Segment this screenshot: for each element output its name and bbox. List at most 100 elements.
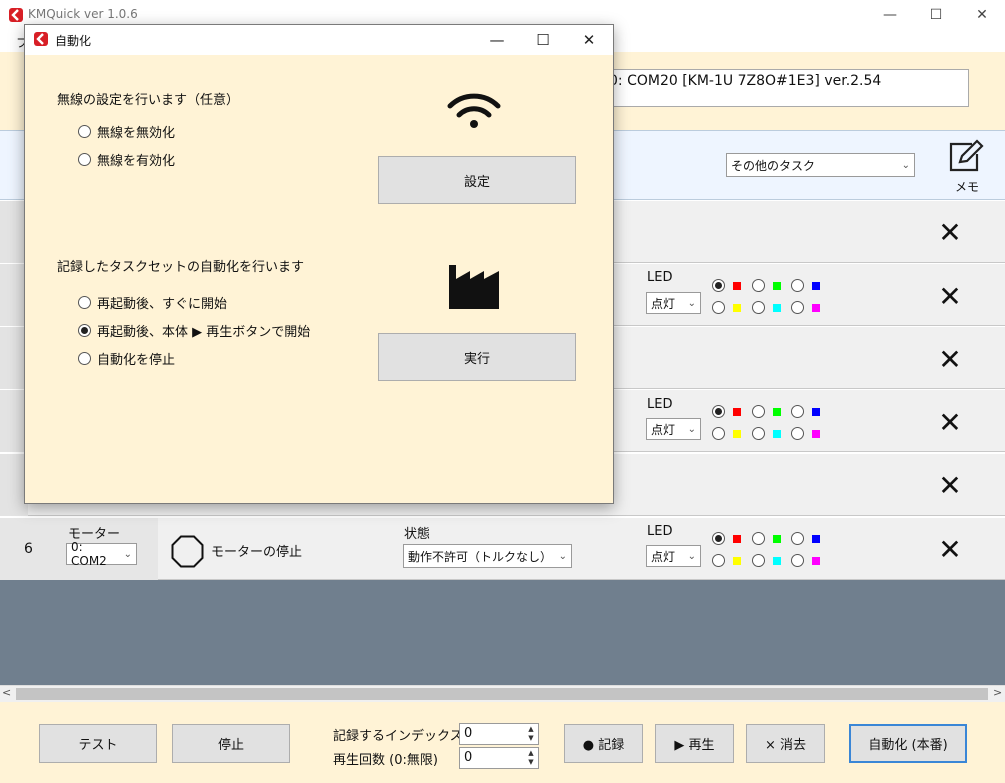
factory-icon — [449, 265, 499, 309]
color-swatch — [812, 304, 820, 312]
radio-button[interactable] — [78, 296, 91, 309]
led-color-radio[interactable] — [752, 301, 765, 314]
led-label: LED — [647, 397, 673, 412]
scroll-left-icon[interactable]: < — [2, 686, 11, 699]
color-swatch — [773, 282, 781, 290]
wireless-option[interactable]: 無線を有効化 — [78, 150, 175, 169]
automation-button[interactable]: 自動化 (本番) — [849, 724, 967, 763]
execute-button[interactable]: 実行 — [378, 333, 576, 381]
settings-button[interactable]: 設定 — [378, 156, 576, 204]
state-select[interactable]: 動作不許可（トルクなし） ⌄ — [403, 544, 572, 568]
delete-row-button[interactable]: ✕ — [937, 472, 963, 500]
dialog-close-button[interactable]: ✕ — [566, 25, 612, 55]
led-mode-value: 点灯 — [651, 296, 676, 311]
action-label: モーターの停止 — [211, 545, 303, 560]
delete-row-button[interactable]: ✕ — [937, 346, 963, 374]
test-button[interactable]: テスト — [39, 724, 157, 763]
play-count-input[interactable]: 0 ▲ ▼ — [459, 747, 539, 769]
octagon-stop-icon — [171, 535, 204, 568]
record-button[interactable]: ● 記録 — [564, 724, 643, 763]
option-label: 再起動後、すぐに開始 — [97, 297, 228, 312]
state-value: 動作不許可（トルクなし） — [408, 549, 553, 564]
led-color-radio[interactable] — [791, 554, 804, 567]
led-label: LED — [647, 524, 673, 539]
chevron-down-icon: ⌄ — [123, 548, 132, 560]
chevron-down-icon: ⌄ — [558, 550, 567, 562]
edit-icon[interactable] — [946, 138, 984, 174]
dialog-maximize-button[interactable]: ☐ — [520, 25, 566, 55]
delete-row-button[interactable]: ✕ — [937, 536, 963, 564]
color-swatch — [812, 408, 820, 416]
app-logo-icon — [9, 8, 23, 22]
option-label: 無線を有効化 — [97, 154, 176, 169]
color-swatch — [773, 557, 781, 565]
color-swatch — [773, 408, 781, 416]
color-swatch — [733, 282, 741, 290]
automation-heading: 記録したタスクセットの自動化を行います — [57, 260, 305, 275]
delete-row-button[interactable]: ✕ — [937, 409, 963, 437]
radio-button[interactable] — [78, 125, 91, 138]
led-color-radio[interactable] — [752, 554, 765, 567]
led-color-radio[interactable] — [712, 554, 725, 567]
play-count-label: 再生回数 (0:無限) — [333, 753, 438, 768]
color-swatch — [773, 430, 781, 438]
led-mode-select[interactable]: 点灯 ⌄ — [646, 418, 701, 440]
led-color-radio[interactable] — [752, 532, 765, 545]
led-color-radio[interactable] — [712, 279, 725, 292]
led-mode-select[interactable]: 点灯 ⌄ — [646, 292, 701, 314]
led-mode-select[interactable]: 点灯 ⌄ — [646, 545, 701, 567]
automation-option[interactable]: 再起動後、本体 ▶ 再生ボタンで開始 — [78, 321, 310, 340]
radio-button[interactable] — [78, 153, 91, 166]
automation-option[interactable]: 再起動後、すぐに開始 — [78, 293, 227, 312]
radio-button-selected[interactable] — [78, 324, 91, 337]
led-color-radio[interactable] — [791, 279, 804, 292]
app-logo-icon — [34, 32, 48, 46]
minimize-button[interactable]: — — [867, 0, 913, 30]
color-swatch — [773, 535, 781, 543]
option-label: 自動化を停止 — [97, 353, 176, 368]
maximize-button[interactable]: ☐ — [913, 0, 959, 30]
led-color-radio[interactable] — [791, 532, 804, 545]
led-color-radio[interactable] — [712, 532, 725, 545]
automation-option[interactable]: 自動化を停止 — [78, 349, 175, 368]
color-swatch — [733, 557, 741, 565]
motor-value: 0: COM2 — [71, 540, 107, 568]
led-color-radio[interactable] — [791, 427, 804, 440]
record-index-input[interactable]: 0 ▲ ▼ — [459, 723, 539, 745]
erase-button[interactable]: × 消去 — [746, 724, 825, 763]
delete-row-button[interactable]: ✕ — [937, 219, 963, 247]
wireless-option[interactable]: 無線を無効化 — [78, 122, 175, 141]
color-swatch — [812, 557, 820, 565]
wireless-heading: 無線の設定を行います（任意） — [57, 93, 240, 108]
color-swatch — [812, 430, 820, 438]
spinner-arrows-icon[interactable]: ▲ ▼ — [525, 749, 537, 767]
led-mode-value: 点灯 — [651, 549, 676, 564]
led-color-radio[interactable] — [752, 405, 765, 418]
led-color-radio[interactable] — [752, 427, 765, 440]
option-label: 無線を無効化 — [97, 126, 176, 141]
stop-button[interactable]: 停止 — [172, 724, 290, 763]
led-color-radio[interactable] — [712, 301, 725, 314]
scroll-right-icon[interactable]: > — [993, 686, 1002, 699]
play-button[interactable]: ▶ 再生 — [655, 724, 734, 763]
memo-label: メモ — [955, 180, 980, 194]
task-category-select[interactable]: その他のタスク ⌄ — [726, 153, 915, 177]
color-swatch — [733, 535, 741, 543]
motor-select[interactable]: 0: COM2 ⌄ — [66, 540, 137, 568]
radio-button[interactable] — [78, 352, 91, 365]
app-title: KMQuick ver 1.0.6 — [28, 7, 138, 21]
led-color-radio[interactable] — [712, 405, 725, 418]
device-info-box: 0: COM20 [KM-1U 7Z8O#1E3] ver.2.54 — [598, 69, 969, 107]
row-number: 6 — [24, 541, 33, 557]
spinner-arrows-icon[interactable]: ▲ ▼ — [525, 725, 537, 743]
delete-row-button[interactable]: ✕ — [937, 283, 963, 311]
close-button[interactable]: ✕ — [959, 0, 1005, 30]
scrollbar-thumb[interactable] — [16, 688, 988, 700]
led-color-radio[interactable] — [712, 427, 725, 440]
chevron-down-icon: ⌄ — [687, 297, 696, 309]
color-swatch — [733, 430, 741, 438]
led-color-radio[interactable] — [791, 405, 804, 418]
led-color-radio[interactable] — [752, 279, 765, 292]
led-color-radio[interactable] — [791, 301, 804, 314]
dialog-minimize-button[interactable]: — — [474, 25, 520, 55]
